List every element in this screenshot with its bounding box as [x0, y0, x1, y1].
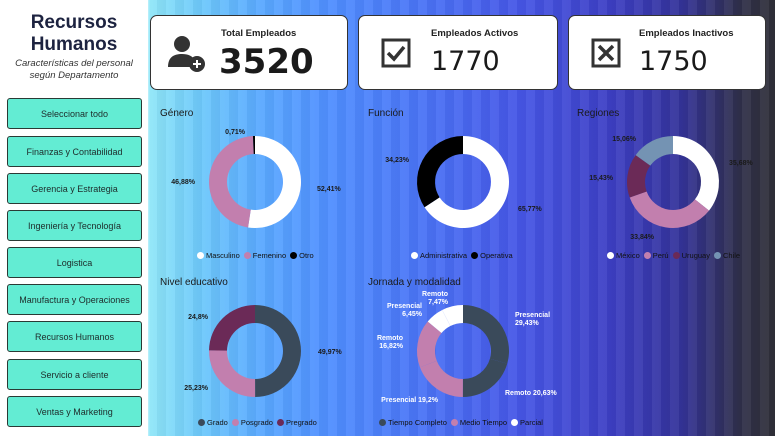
kpi-inactive-label: Empleados Inactivos	[639, 28, 734, 39]
data-label: 15,43%	[589, 175, 614, 182]
donut-slice[interactable]	[673, 136, 719, 211]
donut-slice[interactable]	[462, 358, 508, 397]
data-label: 15,06%	[612, 136, 637, 143]
legend-item[interactable]: Femenino	[243, 251, 286, 260]
data-label: Remoto	[422, 291, 448, 298]
checkbox-x-icon	[591, 38, 621, 68]
kpi-card-active: Empleados Activos 1770	[358, 15, 558, 90]
legend-item[interactable]: Grado	[198, 418, 228, 427]
donut-chart-regiones: 35,68% 33,84% 15,43% 15,06%	[589, 136, 754, 241]
data-label: 35,68%	[729, 160, 754, 167]
legend-dot	[643, 252, 651, 259]
dept-button-manufactura[interactable]: Manufactura y Operaciones	[7, 284, 142, 315]
legend-educacion: Grado Posgrado Pregrado	[198, 418, 317, 427]
data-label: 7,47%	[428, 299, 449, 306]
legend-item[interactable]: Chile	[713, 251, 740, 260]
dept-button-finanzas[interactable]: Finanzas y Contabilidad	[7, 136, 142, 167]
checkbox-checked-icon	[381, 38, 411, 68]
legend-dot	[672, 252, 680, 259]
donut-slice[interactable]	[463, 305, 509, 364]
data-label: 46,88%	[171, 179, 196, 186]
legend-item[interactable]: Perú	[643, 251, 669, 260]
legend-item[interactable]: Tiempo Completo	[379, 418, 447, 427]
donut-slice[interactable]	[417, 136, 463, 208]
dept-button-rrhh[interactable]: Recursos Humanos	[7, 321, 142, 352]
legend-item[interactable]: Posgrado	[231, 418, 273, 427]
legend-item[interactable]: México	[607, 251, 640, 260]
donut-slice[interactable]	[209, 350, 256, 397]
legend-dot	[290, 252, 298, 259]
legend-item[interactable]: Pregrado	[276, 418, 317, 427]
data-label: Remoto 20,63%	[505, 390, 558, 397]
legend-item[interactable]: Parcial	[511, 418, 543, 427]
dept-button-select-all[interactable]: Seleccionar todo	[7, 98, 142, 129]
donut-chart-funcion: 65,77% 34,23%	[385, 136, 543, 228]
legend-dot	[276, 419, 284, 426]
app-subtitle: Características del personal según Depar…	[15, 58, 133, 81]
legend-regiones: México Perú Uruguay Chile	[607, 251, 740, 260]
legend-item[interactable]: Administrativa	[411, 251, 467, 260]
donut-chart-genero: 52,41% 46,88% 0,71%	[171, 129, 342, 228]
legend-dot	[713, 252, 721, 259]
donut-slice[interactable]	[208, 136, 254, 228]
data-label: 33,84%	[630, 234, 655, 241]
legend-item[interactable]: Uruguay	[672, 251, 710, 260]
data-label: Remoto	[377, 335, 403, 342]
legend-dot	[197, 252, 204, 259]
data-label: 52,41%	[317, 186, 342, 193]
legend-dot	[411, 252, 418, 259]
kpi-total-label: Total Empleados	[221, 28, 297, 39]
donut-slice[interactable]	[255, 305, 301, 397]
app-title: Recursos Humanos	[30, 12, 118, 55]
donut-slice[interactable]	[248, 136, 301, 228]
sidebar: Recursos Humanos Características del per…	[0, 0, 148, 436]
legend-dot	[450, 419, 458, 426]
legend-item[interactable]: Operativa	[471, 251, 513, 260]
donut-chart-educacion: 49,97% 25,23% 24,8%	[184, 305, 343, 397]
chart-title-educacion: Nivel educativo	[160, 277, 228, 288]
legend-funcion: Administrativa Operativa	[411, 251, 513, 260]
donut-slice[interactable]	[209, 305, 255, 351]
data-label: 24,8%	[188, 314, 209, 321]
data-label: 0,71%	[225, 129, 246, 136]
kpi-card-total: Total Empleados 3520	[150, 15, 348, 90]
dept-button-servicio[interactable]: Servicio a cliente	[7, 359, 142, 390]
legend-dot	[243, 252, 251, 259]
donut-slice[interactable]	[419, 360, 463, 397]
legend-dot	[198, 419, 205, 426]
kpi-total-value: 3520	[219, 42, 314, 82]
kpi-active-label: Empleados Activos	[431, 28, 519, 39]
data-label: Presencial 19,2%	[381, 397, 439, 404]
legend-dot	[607, 252, 614, 259]
data-label: Presencial	[387, 303, 422, 310]
data-label: 34,23%	[385, 157, 410, 164]
legend-dot	[471, 252, 479, 259]
kpi-active-value: 1770	[431, 46, 500, 77]
data-label: 29,43%	[515, 320, 540, 327]
user-add-icon	[168, 36, 205, 72]
legend-item[interactable]: Otro	[290, 251, 314, 260]
data-label: Presencial	[515, 312, 550, 319]
data-label: 6,45%	[402, 311, 423, 318]
legend-jornada: Tiempo Completo Medio Tiempo Parcial	[379, 418, 543, 427]
data-label: 25,23%	[184, 385, 209, 392]
chart-title-jornada: Jornada y modalidad	[368, 277, 461, 288]
dept-button-ventas[interactable]: Ventas y Marketing	[7, 396, 142, 427]
legend-dot	[231, 419, 239, 426]
data-label: 49,97%	[318, 349, 343, 356]
data-label: 65,77%	[518, 206, 543, 213]
dept-button-gerencia[interactable]: Gerencia y Estrategia	[7, 173, 142, 204]
kpi-card-inactive: Empleados Inactivos 1750	[568, 15, 766, 90]
legend-item[interactable]: Masculino	[197, 251, 240, 260]
legend-genero: Masculino Femenino Otro	[197, 251, 314, 260]
kpi-inactive-value: 1750	[639, 46, 708, 77]
data-label: 16,82%	[379, 343, 404, 350]
legend-item[interactable]: Medio Tiempo	[450, 418, 507, 427]
legend-dot	[379, 419, 386, 426]
legend-dot	[511, 419, 519, 426]
dept-button-logistica[interactable]: Logistica	[7, 247, 142, 278]
donut-chart-jornada: Presencial29,43%Remoto 20,63%Presencial …	[377, 291, 558, 404]
dept-button-ingenieria[interactable]: Ingeniería y Tecnología	[7, 210, 142, 241]
